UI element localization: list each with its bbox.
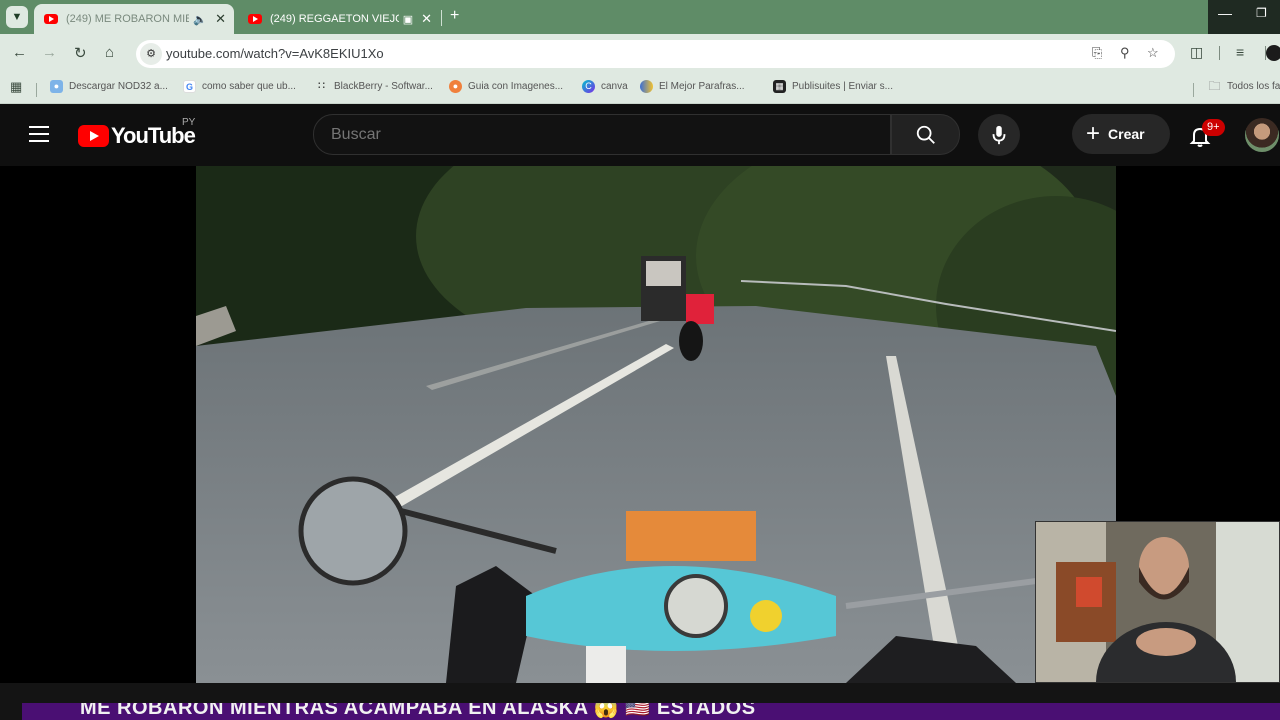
guide-icon: ●: [449, 80, 462, 93]
paraphraser-icon: [640, 80, 653, 93]
all-bookmarks-folder[interactable]: 🗀 Todos los fa: [1208, 80, 1280, 93]
bookmark-canva[interactable]: C canva: [582, 80, 628, 93]
voice-search-button[interactable]: [978, 114, 1020, 156]
video-frame: [196, 166, 1116, 683]
search-box: [313, 114, 891, 155]
video-title-bar: ME ROBARON MIENTRAS ACAMPABA EN ALASKA 😱…: [22, 703, 1280, 720]
canva-icon: C: [582, 80, 595, 93]
bookmark-label: Descargar NOD32 a...: [69, 81, 168, 92]
youtube-favicon-icon: [248, 14, 262, 24]
create-label: Crear: [1108, 126, 1145, 142]
bookmark-label: canva: [601, 81, 628, 92]
plus-icon: +: [1086, 120, 1101, 147]
youtube-logo[interactable]: YouTube: [78, 123, 196, 149]
tab-search-button[interactable]: ▼: [6, 6, 28, 28]
all-bookmarks-label: Todos los fa: [1227, 81, 1280, 92]
country-code: PY: [182, 117, 196, 128]
guide-menu-icon[interactable]: [29, 126, 49, 142]
address-bar[interactable]: ⚙ youtube.com/watch?v=AvK8EKIU1Xo ⎘ ⚲ ☆: [136, 40, 1175, 68]
picture-in-picture-icon[interactable]: ▣: [403, 13, 413, 26]
home-icon[interactable]: ⌂: [105, 44, 114, 61]
pip-frame: [1036, 522, 1279, 682]
restore-icon[interactable]: ❐: [1256, 6, 1267, 20]
bookmark-publisuites[interactable]: ▦ Publisuites | Enviar s...: [773, 80, 893, 93]
search-input[interactable]: [331, 126, 871, 144]
bookmark-label: Publisuites | Enviar s...: [792, 81, 893, 92]
bookmark-divider: [1193, 83, 1194, 97]
search-button[interactable]: [891, 114, 960, 155]
picture-in-picture-player[interactable]: [1035, 521, 1280, 683]
bookmark-label: El Mejor Parafras...: [659, 81, 745, 92]
bookmark-star-icon[interactable]: ☆: [1147, 45, 1159, 61]
back-icon[interactable]: ←: [12, 44, 27, 61]
video-player[interactable]: [196, 166, 1116, 683]
tab-me-robaron[interactable]: (249) ME ROBARON MIENTRAS ACAMPABA EN AL…: [34, 4, 234, 34]
speaker-icon[interactable]: 🔈: [193, 13, 207, 26]
extensions-icon[interactable]: ◫: [1190, 44, 1203, 61]
url-text[interactable]: youtube.com/watch?v=AvK8EKIU1Xo: [166, 46, 384, 61]
zoom-icon[interactable]: ⚲: [1120, 45, 1130, 61]
bookmark-label: como saber que ub...: [202, 81, 296, 92]
tab-reggaeton[interactable]: (249) REGGAETON VIEJO VS ▣ ✕: [238, 4, 440, 34]
google-icon: G: [183, 80, 196, 93]
install-app-icon[interactable]: ⎘: [1092, 45, 1102, 61]
youtube-header: YouTube PY + Crear 9+: [0, 104, 1280, 166]
browser-toolbar: ← → ↻ ⌂ ⚙ youtube.com/watch?v=AvK8EKIU1X…: [0, 34, 1280, 74]
bookmark-blackberry[interactable]: ∷ BlackBerry - Softwar...: [315, 80, 433, 93]
create-button[interactable]: + Crear: [1072, 114, 1170, 154]
tab-strip: ▼ (249) ME ROBARON MIENTRAS ACAMPABA EN …: [0, 0, 1280, 34]
nod32-icon: ●: [50, 80, 63, 93]
toolbar-divider: [1219, 46, 1220, 60]
bookmark-label: Guia con Imagenes...: [468, 81, 564, 92]
bookmark-nod32[interactable]: ● Descargar NOD32 a...: [50, 80, 168, 93]
bookmark-parafraseador[interactable]: El Mejor Parafras...: [640, 80, 745, 93]
browser-profile-icon[interactable]: [1266, 45, 1280, 61]
tab-title: (249) REGGAETON VIEJO VS: [270, 13, 399, 25]
folder-icon: 🗀: [1208, 79, 1221, 93]
youtube-play-icon: [78, 125, 109, 147]
forward-icon[interactable]: →: [42, 44, 57, 61]
microphone-icon: [992, 125, 1006, 145]
video-title: ME ROBARON MIENTRAS ACAMPABA EN ALASKA 😱…: [80, 703, 756, 719]
reload-icon[interactable]: ↻: [74, 44, 87, 62]
minimize-icon[interactable]: —: [1218, 5, 1232, 21]
close-tab-icon[interactable]: ✕: [421, 11, 432, 27]
close-tab-icon[interactable]: ✕: [215, 11, 226, 27]
bookmark-divider: [36, 83, 37, 97]
new-tab-button[interactable]: +: [450, 7, 459, 25]
reading-list-icon[interactable]: ≡: [1236, 44, 1244, 60]
bookmark-label: BlackBerry - Softwar...: [334, 81, 433, 92]
youtube-favicon-icon: [44, 14, 58, 24]
tab-divider: [441, 10, 442, 26]
publisuites-icon: ▦: [773, 80, 786, 93]
blackberry-icon: ∷: [318, 80, 325, 92]
bookmarks-bar: ▦ ● Descargar NOD32 a... G como saber qu…: [0, 74, 1280, 104]
notifications-badge: 9+: [1202, 119, 1225, 136]
search-icon: [916, 125, 935, 144]
bookmark-google[interactable]: G como saber que ub...: [183, 80, 296, 93]
tab-title: (249) ME ROBARON MIENTRAS ACAMPABA EN AL…: [66, 13, 190, 25]
site-info-icon[interactable]: ⚙: [140, 43, 162, 65]
apps-grid-icon[interactable]: ▦: [10, 79, 22, 95]
bookmark-guia[interactable]: ● Guia con Imagenes...: [449, 80, 563, 93]
account-avatar[interactable]: [1245, 118, 1279, 152]
